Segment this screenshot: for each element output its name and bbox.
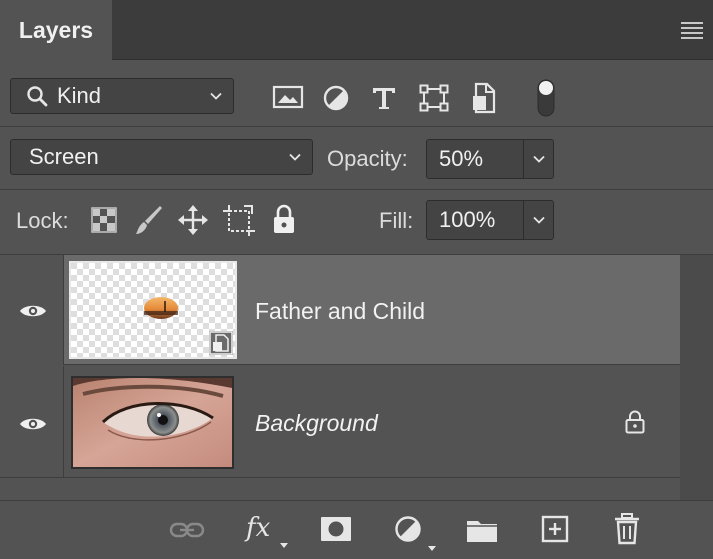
adjustment-layer-icon[interactable] [394, 515, 438, 555]
fill-value[interactable]: 100% [427, 207, 523, 233]
lock-label: Lock: [16, 208, 69, 233]
tab-layers-label: Layers [18, 16, 94, 43]
layer-thumbnail[interactable] [69, 261, 237, 359]
panel-tab-bar: Layers [0, 0, 713, 60]
layer-name[interactable]: Father and Child [255, 298, 425, 325]
smart-object-badge-icon [209, 331, 233, 355]
separator [0, 189, 713, 190]
link-layers-icon[interactable] [169, 520, 205, 540]
chevron-down-icon [532, 155, 545, 163]
fill-slider-toggle[interactable] [523, 201, 553, 239]
new-layer-icon[interactable] [541, 515, 569, 543]
chevron-down-icon [289, 153, 301, 161]
opacity-label: Opacity: [327, 146, 408, 171]
fx-label: fx [246, 513, 271, 543]
type-filter-icon[interactable] [370, 84, 398, 112]
blend-mode-dropdown[interactable]: Screen [10, 139, 313, 175]
caret-icon [280, 543, 288, 548]
layer-lock-icon[interactable] [624, 410, 646, 434]
chevron-down-icon [210, 92, 222, 100]
shape-filter-icon[interactable] [419, 84, 449, 112]
opacity-slider-toggle[interactable] [523, 140, 553, 178]
fill-field[interactable]: 100% [426, 200, 554, 240]
scrollbar-track[interactable] [680, 255, 713, 500]
lock-all-icon[interactable] [270, 203, 298, 235]
caret-icon [428, 546, 436, 551]
add-mask-icon[interactable] [320, 516, 352, 542]
search-icon [27, 86, 48, 107]
layer-row-background[interactable]: Background [0, 366, 680, 478]
separator [0, 126, 713, 127]
bottom-toolbar: fx [0, 500, 713, 559]
new-group-icon[interactable] [466, 517, 498, 543]
lock-image-pixels-icon[interactable] [134, 204, 164, 236]
kind-filter-dropdown[interactable]: Kind [10, 78, 234, 114]
lock-position-icon[interactable] [177, 204, 209, 236]
image-filter-icon[interactable] [272, 84, 304, 110]
opacity-value[interactable]: 50% [427, 146, 523, 172]
fill-label: Fill: [379, 208, 414, 233]
tab-layers[interactable]: Layers [0, 0, 112, 60]
blend-mode-value: Screen [29, 144, 99, 169]
delete-layer-icon[interactable] [613, 513, 641, 545]
eye-icon[interactable] [19, 303, 47, 319]
lock-transparent-pixels-icon[interactable] [91, 207, 117, 233]
layer-style-icon[interactable]: fx [246, 513, 290, 553]
filter-toggle-icon[interactable] [535, 78, 557, 118]
adjustment-filter-icon[interactable] [322, 84, 350, 112]
layer-thumbnail[interactable] [71, 376, 234, 469]
lock-artboard-icon[interactable] [222, 204, 256, 236]
opacity-field[interactable]: 50% [426, 139, 554, 179]
layer-name[interactable]: Background [255, 410, 378, 437]
kind-filter-label: Kind [57, 83, 102, 108]
smart-object-filter-icon[interactable] [470, 82, 498, 114]
chevron-down-icon [532, 216, 545, 224]
panel-menu-icon[interactable] [681, 22, 703, 39]
layer-row-father-and-child[interactable]: Father and Child [0, 255, 680, 365]
eye-icon[interactable] [19, 416, 47, 432]
layer-list: Father and Child Background [0, 255, 713, 500]
